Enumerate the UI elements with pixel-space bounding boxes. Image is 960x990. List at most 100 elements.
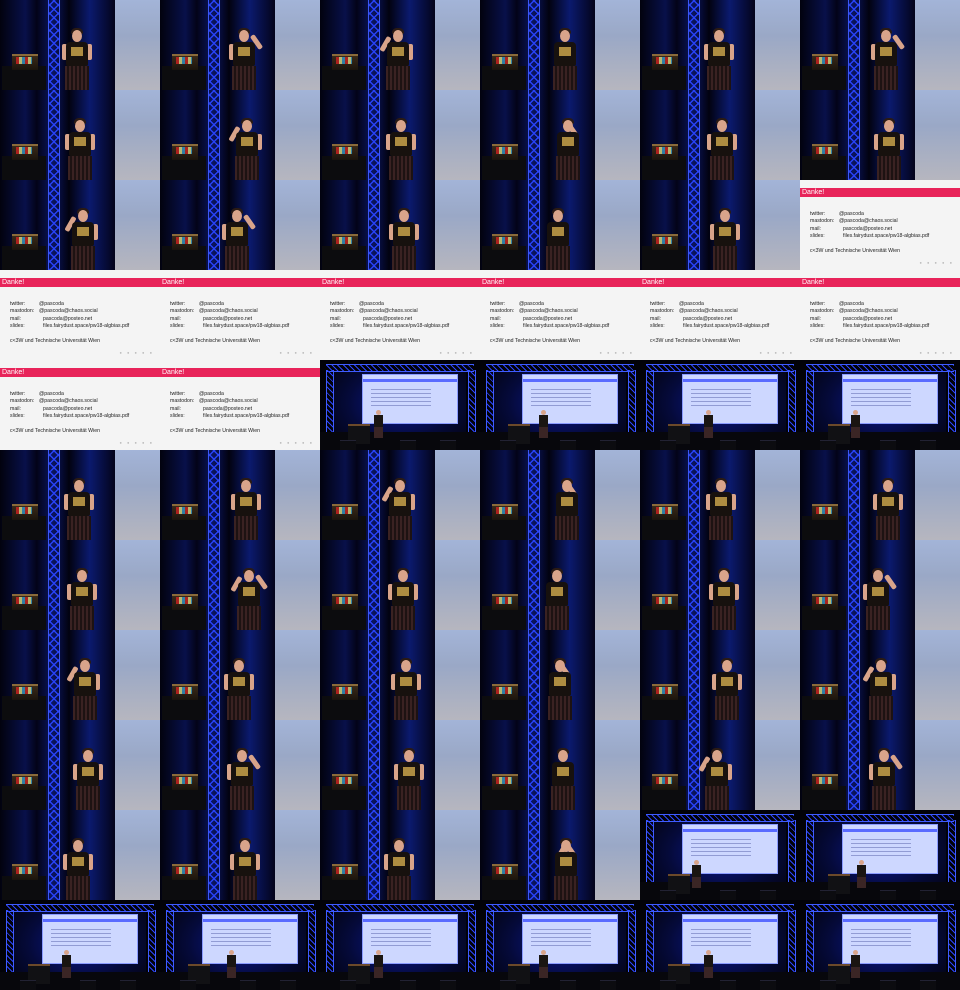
speaker-head [881, 30, 891, 42]
stage-wide-frame [640, 900, 800, 990]
stage-monitor [920, 890, 936, 900]
speaker-head [401, 660, 411, 672]
projection-screen-edge [115, 90, 160, 180]
contact-value: @pascoda@chaos.social [199, 398, 258, 405]
lighting-truss [528, 540, 540, 630]
lighting-truss [48, 90, 60, 180]
contact-list: twitter: @pascoda mastodon: @pascoda@chaos… [330, 301, 449, 331]
projection-screen-edge [915, 540, 960, 630]
speaker-skirt [394, 696, 418, 720]
speaker [706, 478, 736, 540]
laptop-stickers [16, 597, 32, 604]
contact-list: twitter: @pascoda mastodon: @pascoda@chaos… [810, 211, 929, 241]
speaker [709, 568, 739, 630]
speaker [67, 568, 97, 630]
speaker-head [83, 750, 93, 762]
shirt-print [243, 587, 255, 596]
laptop-stickers [336, 57, 352, 64]
contact-row: twitter: @pascoda [650, 301, 769, 308]
contact-row: slides: files.fairydust.space/pw18-algbia… [810, 323, 929, 330]
projected-slide-title-bar [363, 379, 457, 382]
slide-frame: Danke! twitter: @pascoda mastodon: @pascod… [160, 270, 320, 360]
stage-monitor [80, 980, 96, 990]
speaker [698, 748, 732, 810]
speaker-head [722, 660, 732, 672]
contact-label: mastodon: [330, 308, 355, 315]
speaker-head [879, 750, 889, 762]
stage-monitor [600, 980, 616, 990]
lighting-truss [368, 180, 380, 270]
contact-label: mastodon: [170, 398, 195, 405]
contact-value: files.fairydust.space/pw18-algbias.pdf [683, 323, 770, 330]
speaker-skirt [539, 427, 548, 438]
laptop-stickers [16, 777, 32, 784]
contact-value: pascoda@posteo.net [363, 315, 413, 322]
contact-row: twitter: @pascoda [490, 301, 609, 308]
speaker-skirt [62, 967, 71, 978]
projection-screen-edge [915, 720, 960, 810]
lighting-truss [48, 540, 60, 630]
shirt-print [79, 677, 91, 686]
speaker-closeup-frame [0, 810, 160, 900]
slide-frame: Danke! twitter: @pascoda mastodon: @pascod… [640, 270, 800, 360]
projected-slide-title-bar [363, 919, 457, 922]
speaker-head [717, 120, 727, 132]
contact-label: slides: [170, 323, 185, 330]
speaker-head [720, 210, 730, 222]
laptop-stickers [176, 777, 192, 784]
contact-row: slides: files.fairydust.space/pw18-algbia… [170, 323, 289, 330]
contact-label: twitter: [170, 391, 186, 397]
projection-screen-edge [275, 450, 320, 540]
slide-navigation-dots: ● ● ● ● ● [599, 350, 634, 355]
speaker [389, 208, 419, 270]
speaker-skirt [227, 967, 236, 978]
lighting-truss [48, 630, 60, 720]
speaker-closeup-frame [640, 630, 800, 720]
speaker-skirt [391, 606, 415, 630]
shirt-print [74, 137, 86, 146]
contact-value: @pascoda@chaos.social [359, 308, 418, 315]
contact-value: @pascoda [359, 301, 384, 307]
speaker-skirt [872, 786, 896, 810]
lighting-truss [528, 720, 540, 810]
projected-slide-text [51, 929, 111, 949]
truss-canopy [326, 364, 474, 372]
speaker-head [77, 570, 87, 582]
speaker [544, 568, 570, 630]
speaker-skirt [704, 427, 713, 438]
contact-list: twitter: @pascoda mastodon: @pascoda@chaos… [170, 301, 289, 331]
contact-row: twitter: @pascoda [170, 391, 289, 398]
shirt-print [239, 857, 251, 866]
contact-label: mastodon: [10, 308, 35, 315]
speaker-closeup-frame [640, 720, 800, 810]
contact-value: @pascoda [39, 391, 64, 397]
speaker-skirt [876, 516, 900, 540]
speaker-head [237, 750, 247, 762]
lighting-truss [528, 180, 540, 270]
stage-monitor [920, 440, 936, 450]
contact-list: twitter: @pascoda mastodon: @pascoda@chaos… [810, 301, 929, 331]
contact-label: twitter: [810, 301, 826, 307]
laptop-stickers [16, 867, 32, 874]
contact-value: @pascoda@chaos.social [39, 308, 98, 315]
speaker-head [398, 570, 408, 582]
slide-navigation-dots: ● ● ● ● ● [279, 350, 314, 355]
stage-monitor [240, 980, 256, 990]
stage-wide-frame [800, 900, 960, 990]
projection-screen-edge [595, 90, 640, 180]
speaker-head [234, 660, 244, 672]
contact-row: mail: pascoda@posteo.net [330, 316, 449, 323]
speaker-skirt [851, 427, 860, 438]
speaker [230, 838, 260, 900]
contact-label: twitter: [10, 391, 26, 397]
speaker [873, 478, 903, 540]
speaker-head [560, 30, 570, 42]
speaker-closeup-frame [480, 0, 640, 90]
lighting-truss [208, 810, 220, 900]
laptop-stickers [816, 597, 832, 604]
shirt-print [236, 767, 248, 776]
speaker-closeup-frame [160, 720, 320, 810]
stage-monitor [760, 890, 776, 900]
contact-value: files.fairydust.space/pw18-algbias.pdf [203, 413, 290, 420]
contact-label: twitter: [170, 301, 186, 307]
